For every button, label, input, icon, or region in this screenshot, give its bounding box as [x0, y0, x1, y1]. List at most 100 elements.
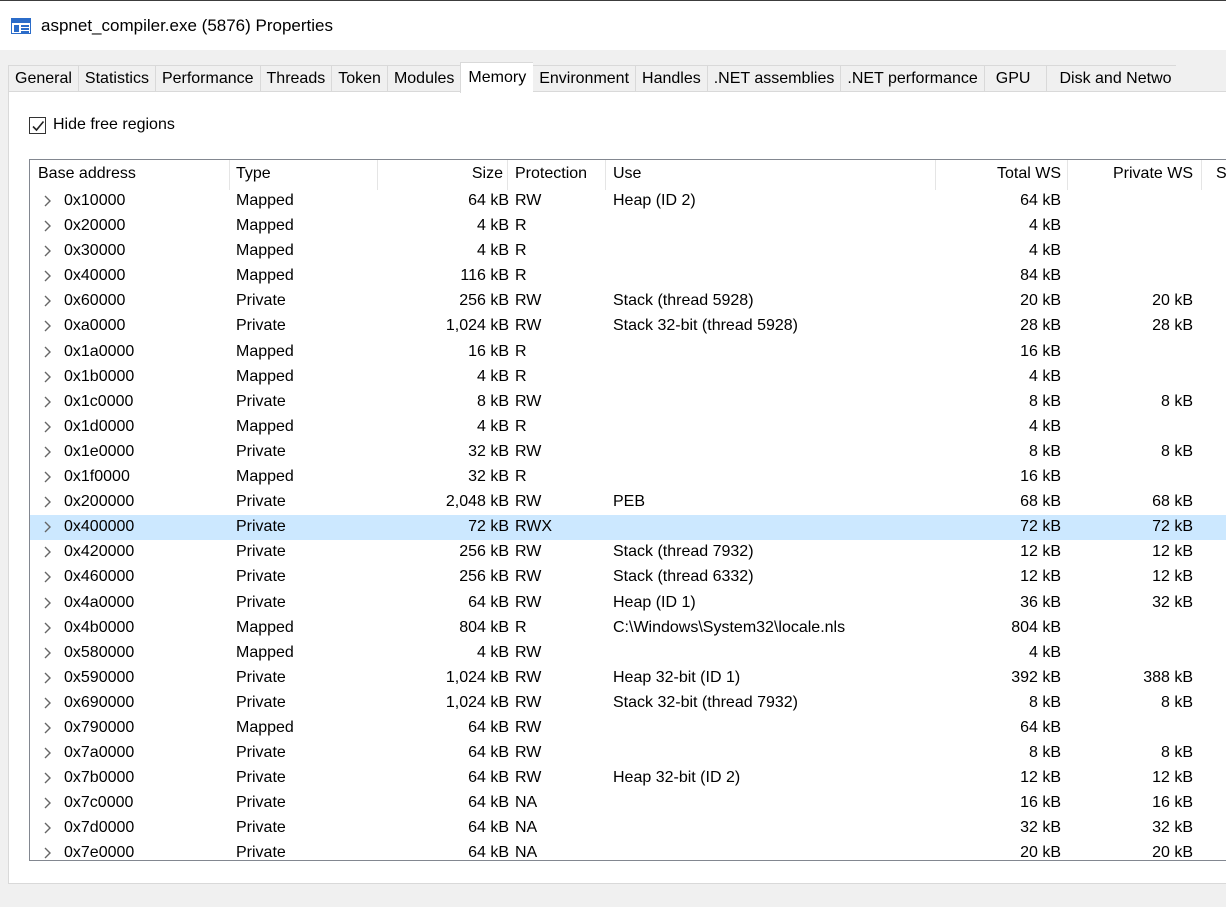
memory-regions-list[interactable]: Base address Type Size Protection Use To…: [29, 159, 1226, 861]
expand-chevron-icon[interactable]: [41, 193, 55, 209]
cell-private-ws: 8 kB: [1160, 693, 1193, 711]
cell-protection: RW: [515, 568, 542, 586]
table-row[interactable]: 0x7e0000 Private 64 kB NA 20 kB 20 kB: [30, 841, 1226, 861]
tab-disk-and-netwo[interactable]: Disk and Netwo: [1046, 65, 1176, 92]
table-row[interactable]: 0x7d0000 Private 64 kB NA 32 kB 32 kB: [30, 816, 1226, 841]
table-row[interactable]: 0x790000 Mapped 64 kB RW 64 kB: [30, 716, 1226, 741]
table-row[interactable]: 0x580000 Mapped 4 kB RW 4 kB: [30, 641, 1226, 666]
cell-size: 8 kB: [476, 392, 509, 410]
cell-size: 4 kB: [476, 242, 509, 260]
tab-token[interactable]: Token: [331, 65, 387, 92]
cell-protection: NA: [515, 819, 538, 837]
column-header-base-address[interactable]: Base address: [38, 165, 136, 183]
column-header-next[interactable]: S: [1216, 165, 1226, 183]
expand-chevron-icon[interactable]: [41, 218, 55, 234]
table-row[interactable]: 0x690000 Private 1,024 kB RW Stack 32-bit (t…: [30, 691, 1226, 716]
expand-chevron-icon[interactable]: [41, 620, 55, 636]
expand-chevron-icon[interactable]: [41, 494, 55, 510]
column-header-protection[interactable]: Protection: [515, 165, 587, 183]
cell-protection: RW: [515, 493, 542, 511]
table-row[interactable]: 0x1f0000 Mapped 32 kB R 16 kB: [30, 465, 1226, 490]
table-row-selected[interactable]: 0x400000 Private 72 kB RWX 72 kB 72 kB: [30, 515, 1226, 541]
check-icon: [32, 120, 45, 131]
expand-chevron-icon[interactable]: [41, 645, 55, 661]
table-row[interactable]: 0x60000 Private 256 kB RW Stack (thread 5928…: [30, 289, 1226, 314]
cell-private-ws: 8 kB: [1160, 442, 1193, 460]
cell-type: Mapped: [236, 217, 294, 235]
cell-base-address: 0x60000: [64, 292, 126, 310]
expand-chevron-icon[interactable]: [41, 670, 55, 686]
expand-chevron-icon[interactable]: [41, 845, 55, 861]
table-row[interactable]: 0x20000 Mapped 4 kB R 4 kB: [30, 214, 1226, 239]
expand-chevron-icon[interactable]: [41, 268, 55, 284]
cell-total-ws: 8 kB: [1028, 744, 1061, 762]
table-row[interactable]: 0x200000 Private 2,048 kB RW PEB 68 kB 68 kB: [30, 490, 1226, 515]
tab-net-performance[interactable]: .NET performance: [840, 65, 984, 92]
cell-protection: R: [515, 242, 527, 260]
expand-chevron-icon[interactable]: [41, 745, 55, 761]
table-row[interactable]: 0x4b0000 Mapped 804 kB R C:\Windows\System32…: [30, 616, 1226, 641]
cell-type: Private: [236, 392, 286, 410]
expand-chevron-icon[interactable]: [41, 444, 55, 460]
table-row[interactable]: 0x30000 Mapped 4 kB R 4 kB: [30, 239, 1226, 264]
expand-chevron-icon[interactable]: [41, 469, 55, 485]
expand-chevron-icon[interactable]: [41, 419, 55, 435]
tab-memory[interactable]: Memory: [460, 62, 534, 93]
column-header-private-ws[interactable]: Private WS: [1070, 165, 1193, 183]
expand-chevron-icon[interactable]: [41, 519, 55, 535]
cell-protection: RW: [515, 392, 542, 410]
expand-chevron-icon[interactable]: [41, 720, 55, 736]
expand-chevron-icon[interactable]: [41, 770, 55, 786]
table-row[interactable]: 0x10000 Mapped 64 kB RW Heap (ID 2) 64 kB: [30, 189, 1226, 214]
column-header-use[interactable]: Use: [613, 165, 641, 183]
expand-chevron-icon[interactable]: [41, 394, 55, 410]
column-header-type[interactable]: Type: [236, 165, 271, 183]
expand-chevron-icon[interactable]: [41, 795, 55, 811]
table-row[interactable]: 0x7b0000 Private 64 kB RW Heap 32-bit (ID 2)…: [30, 766, 1226, 791]
tab-net-assemblies[interactable]: .NET assemblies: [706, 65, 841, 92]
expand-chevron-icon[interactable]: [41, 293, 55, 309]
table-row[interactable]: 0x1d0000 Mapped 4 kB R 4 kB: [30, 415, 1226, 440]
expand-chevron-icon[interactable]: [41, 243, 55, 259]
cell-base-address: 0xa0000: [64, 317, 126, 335]
table-row[interactable]: 0x420000 Private 256 kB RW Stack (thread 793…: [30, 540, 1226, 565]
tab-handles[interactable]: Handles: [635, 65, 707, 92]
table-row[interactable]: 0x7c0000 Private 64 kB NA 16 kB 16 kB: [30, 791, 1226, 816]
tab-statistics[interactable]: Statistics: [77, 65, 155, 92]
table-row[interactable]: 0x1a0000 Mapped 16 kB R 16 kB: [30, 340, 1226, 365]
hide-free-regions-checkbox[interactable]: [29, 116, 46, 134]
table-row[interactable]: 0x460000 Private 256 kB RW Stack (thread 633…: [30, 565, 1226, 590]
cell-base-address: 0x200000: [64, 493, 135, 511]
tab-threads[interactable]: Threads: [259, 65, 332, 92]
tab-gpu[interactable]: GPU: [983, 65, 1047, 92]
cell-total-ws: 32 kB: [1020, 819, 1061, 837]
expand-chevron-icon[interactable]: [41, 344, 55, 360]
table-row[interactable]: 0x7a0000 Private 64 kB RW 8 kB 8 kB: [30, 741, 1226, 766]
table-row[interactable]: 0x1e0000 Private 32 kB RW 8 kB 8 kB: [30, 440, 1226, 465]
expand-chevron-icon[interactable]: [41, 595, 55, 611]
table-row[interactable]: 0x590000 Private 1,024 kB RW Heap 32-bit (ID…: [30, 666, 1226, 691]
expand-chevron-icon[interactable]: [41, 695, 55, 711]
expand-chevron-icon[interactable]: [41, 318, 55, 334]
table-row[interactable]: 0x40000 Mapped 116 kB R 84 kB: [30, 264, 1226, 289]
cell-use: Stack (thread 5928): [613, 292, 754, 310]
table-row[interactable]: 0x1c0000 Private 8 kB RW 8 kB 8 kB: [30, 390, 1226, 415]
cell-base-address: 0x1a0000: [64, 342, 135, 360]
expand-chevron-icon[interactable]: [41, 369, 55, 385]
hide-free-regions-option[interactable]: Hide free regions: [29, 116, 175, 134]
table-row[interactable]: 0x4a0000 Private 64 kB RW Heap (ID 1) 36 kB 32…: [30, 591, 1226, 616]
expand-chevron-icon[interactable]: [41, 820, 55, 836]
table-row[interactable]: 0xa0000 Private 1,024 kB RW Stack 32-bit (th…: [30, 314, 1226, 339]
expand-chevron-icon[interactable]: [41, 569, 55, 585]
tab-performance[interactable]: Performance: [154, 65, 260, 92]
cell-use: Heap (ID 2): [613, 192, 696, 209]
column-header-size[interactable]: Size: [380, 165, 503, 183]
expand-chevron-icon[interactable]: [41, 544, 55, 560]
cell-size: 64 kB: [468, 769, 509, 787]
cell-protection: NA: [515, 844, 538, 861]
tab-modules[interactable]: Modules: [386, 65, 461, 92]
tab-general[interactable]: General: [8, 65, 78, 92]
table-row[interactable]: 0x1b0000 Mapped 4 kB R 4 kB: [30, 365, 1226, 390]
tab-environment[interactable]: Environment: [533, 65, 636, 92]
column-header-total-ws[interactable]: Total WS: [940, 165, 1061, 183]
